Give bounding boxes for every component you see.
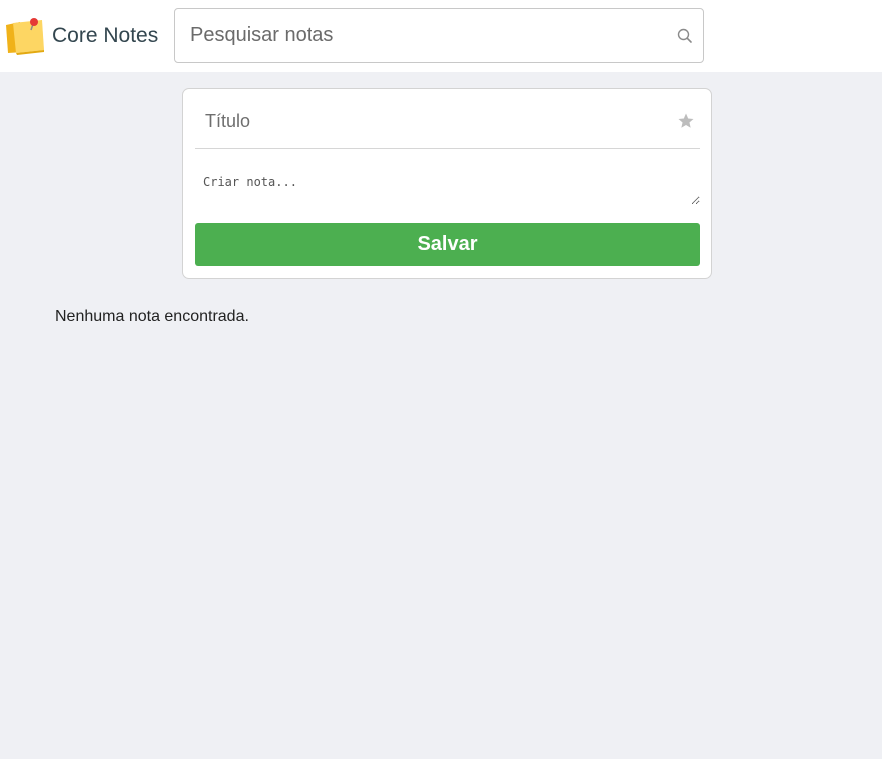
note-body-textarea[interactable] — [195, 167, 700, 205]
top-header: Core Notes — [0, 0, 882, 72]
sticky-note-logo-icon — [6, 18, 44, 55]
search-box — [174, 8, 704, 63]
new-note-form: Salvar — [182, 88, 712, 279]
save-button[interactable]: Salvar — [195, 223, 700, 266]
form-divider — [195, 148, 700, 149]
favorite-star-icon[interactable] — [677, 112, 695, 130]
note-title-input[interactable] — [195, 101, 657, 141]
search-input[interactable] — [175, 9, 703, 62]
search-icon[interactable] — [677, 28, 693, 44]
app-title: Core Notes — [52, 24, 159, 47]
empty-notes-message: Nenhuma nota encontrada. — [55, 308, 249, 325]
